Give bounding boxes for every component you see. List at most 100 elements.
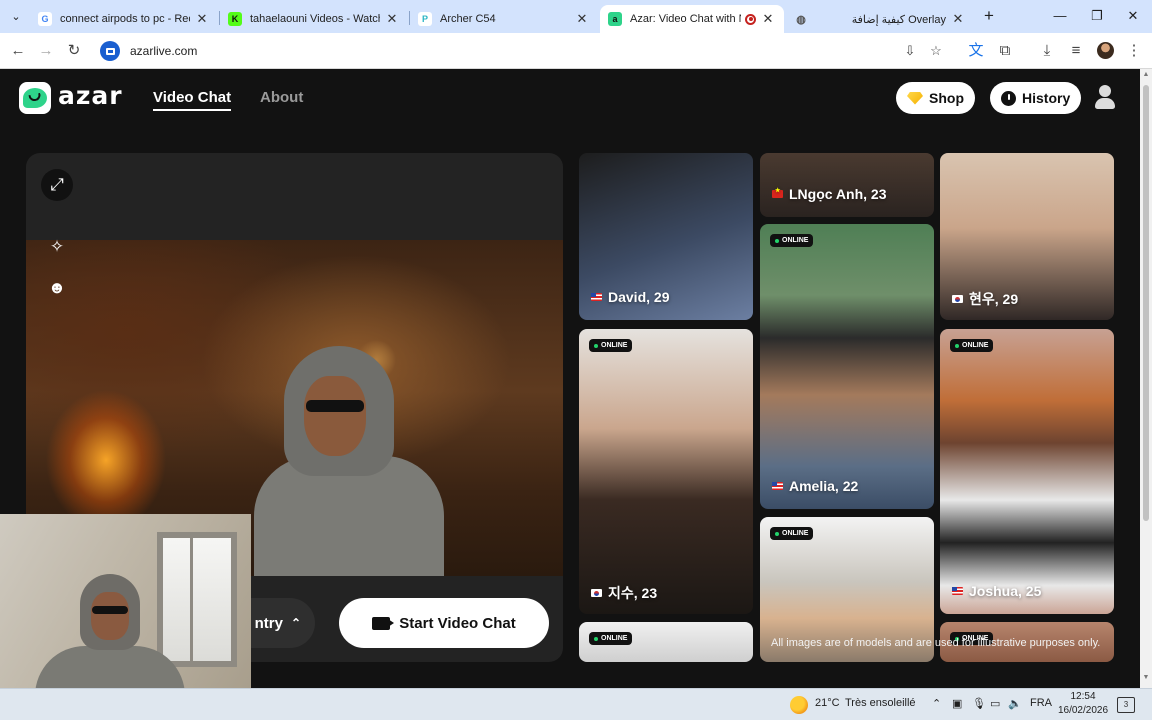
nav-video-chat[interactable]: Video Chat <box>153 89 232 111</box>
close-tab-icon[interactable]: ✕ <box>760 11 776 27</box>
gem-icon <box>907 91 923 105</box>
close-tab-icon[interactable]: ✕ <box>950 11 966 27</box>
microphone-icon[interactable]: 🎙 <box>972 697 986 710</box>
browser-profile-avatar[interactable] <box>1097 42 1114 59</box>
profile-card[interactable]: 현우, 29 <box>940 153 1114 320</box>
shop-label: Shop <box>929 90 964 106</box>
brand-wordmark[interactable]: azar <box>58 81 123 110</box>
reload-button[interactable]: ↻ <box>64 41 84 61</box>
online-badge: ONLINE <box>770 527 814 540</box>
device-icon[interactable]: ▣ <box>952 697 962 710</box>
history-label: History <box>1022 90 1071 106</box>
face-filter-icon[interactable]: ☻ <box>41 272 73 304</box>
profile-card[interactable]: ONLINE Joshua, 25 <box>940 329 1114 614</box>
tab-strip: ⌄ G connect airpods to pc - Recher ✕ K t… <box>0 0 1152 33</box>
scroll-down-icon[interactable]: ▼ <box>1140 674 1152 686</box>
online-badge: ONLINE <box>589 339 633 352</box>
forward-button[interactable]: → <box>36 41 56 61</box>
kr-flag-icon <box>591 589 602 597</box>
profile-name: 지수, 23 <box>591 583 657 603</box>
weather-text[interactable]: Très ensoleillé <box>845 697 916 709</box>
url-text: azarlive.com <box>130 44 198 58</box>
show-hidden-icons[interactable]: ⌃ <box>932 697 941 710</box>
us-flag-icon <box>591 293 602 301</box>
tab-title: connect airpods to pc - Recher <box>60 13 190 25</box>
profile-name: Amelia, 22 <box>772 478 858 494</box>
kick-icon: K <box>228 12 242 26</box>
azar-logo-icon <box>23 88 47 108</box>
tab-kick-videos[interactable]: K tahaelaouni Videos - Watch On ✕ <box>220 5 408 33</box>
taskbar: 21°C Très ensoleillé ⌃ ▣ 🎙 ▭ 🔈 FRA 12:54… <box>0 688 1152 720</box>
profile-name: 현우, 29 <box>952 289 1018 309</box>
azar-icon: a <box>608 12 622 26</box>
expand-icon[interactable]: ⤢ <box>41 169 73 201</box>
browser-toolbar: ← → ↻ azarlive.com ⇩ ☆ 文 ⧉ ⤓ ≡ ⋮ <box>0 33 1152 69</box>
profile-card[interactable]: David, 29 <box>579 153 753 320</box>
close-window-button[interactable]: ✕ <box>1118 6 1148 26</box>
tab-title: كيفية إضافة Overlay <box>851 13 946 26</box>
tab-title: Archer C54 <box>440 13 496 25</box>
minimize-button[interactable]: — <box>1045 6 1075 26</box>
tp-link-icon: P <box>418 12 432 26</box>
language-indicator[interactable]: FRA <box>1030 697 1052 709</box>
volume-icon[interactable]: 🔈 <box>1008 697 1022 710</box>
sun-icon[interactable] <box>790 696 808 714</box>
install-app-icon[interactable]: ⇩ <box>900 41 920 61</box>
restore-button[interactable]: ❐ <box>1082 6 1112 26</box>
start-video-chat-button[interactable]: Start Video Chat <box>339 598 549 648</box>
tab-search-button[interactable]: ⌄ <box>6 8 26 26</box>
online-badge: ONLINE <box>770 234 814 247</box>
translate-icon[interactable]: 文 <box>966 41 986 61</box>
tab-overlay[interactable]: ◍ كيفية إضافة Overlay ✕ <box>786 5 974 33</box>
tab-azar[interactable]: a Azar: Video Chat with New ✕ <box>600 5 784 33</box>
us-flag-icon <box>952 587 963 595</box>
clock-time: 12:54 <box>1070 691 1096 702</box>
close-tab-icon[interactable]: ✕ <box>384 11 400 27</box>
scroll-up-icon[interactable]: ▲ <box>1140 71 1152 83</box>
page-scrollbar[interactable]: ▲ ▼ <box>1140 69 1152 688</box>
address-bar[interactable]: azarlive.com ⇩ ☆ <box>96 37 956 65</box>
menu-kebab-icon[interactable]: ⋮ <box>1124 41 1144 61</box>
country-label: ntry <box>254 614 283 632</box>
close-tab-icon[interactable]: ✕ <box>194 11 210 27</box>
temperature[interactable]: 21°C <box>815 697 840 709</box>
profile-name: David, 29 <box>591 289 669 305</box>
online-badge: ONLINE <box>589 632 633 645</box>
chevron-up-icon: ⌃ <box>290 616 301 630</box>
vn-flag-icon <box>772 187 783 198</box>
profile-card[interactable]: ONLINE <box>579 622 753 662</box>
notification-icon[interactable]: 3 <box>1117 697 1135 713</box>
shop-button[interactable]: Shop <box>896 82 975 114</box>
media-control-icon[interactable]: ≡ <box>1066 41 1086 61</box>
new-tab-button[interactable]: + <box>979 6 999 26</box>
profile-card[interactable]: LNgọc Anh, 23 <box>760 153 934 217</box>
profile-name: Joshua, 25 <box>952 583 1041 599</box>
extensions-icon[interactable]: ⧉ <box>995 41 1015 61</box>
video-camera-icon <box>372 616 395 630</box>
nav-about[interactable]: About <box>260 89 303 106</box>
azar-logo[interactable] <box>19 82 51 114</box>
clock-icon <box>1001 90 1016 106</box>
download-icon[interactable]: ⤓ <box>1037 41 1057 61</box>
profile-name: LNgọc Anh, 23 <box>772 186 887 202</box>
profile-card[interactable]: ONLINE 지수, 23 <box>579 329 753 614</box>
tab-title: Azar: Video Chat with New <box>630 13 741 25</box>
google-icon: G <box>38 12 52 26</box>
site-info-icon[interactable] <box>100 41 120 61</box>
online-badge: ONLINE <box>950 339 994 352</box>
network-icon[interactable]: ▭ <box>990 697 1000 710</box>
bookmark-star-icon[interactable]: ☆ <box>926 41 946 61</box>
tab-google-search[interactable]: G connect airpods to pc - Recher ✕ <box>30 5 218 33</box>
close-tab-icon[interactable]: ✕ <box>574 11 590 27</box>
recording-icon <box>745 13 756 25</box>
history-button[interactable]: History <box>990 82 1082 114</box>
tab-archer[interactable]: P Archer C54 ✕ <box>410 5 598 33</box>
magic-wand-icon[interactable]: ✧ <box>41 231 73 263</box>
user-avatar-icon[interactable] <box>1091 82 1119 114</box>
tab-title: tahaelaouni Videos - Watch On <box>250 13 380 25</box>
us-flag-icon <box>772 482 783 490</box>
system-clock[interactable]: 12:54 16/02/2026 <box>1055 690 1111 720</box>
scrollbar-thumb[interactable] <box>1143 85 1149 521</box>
back-button[interactable]: ← <box>8 41 28 61</box>
profile-card[interactable]: ONLINE Amelia, 22 <box>760 224 934 509</box>
